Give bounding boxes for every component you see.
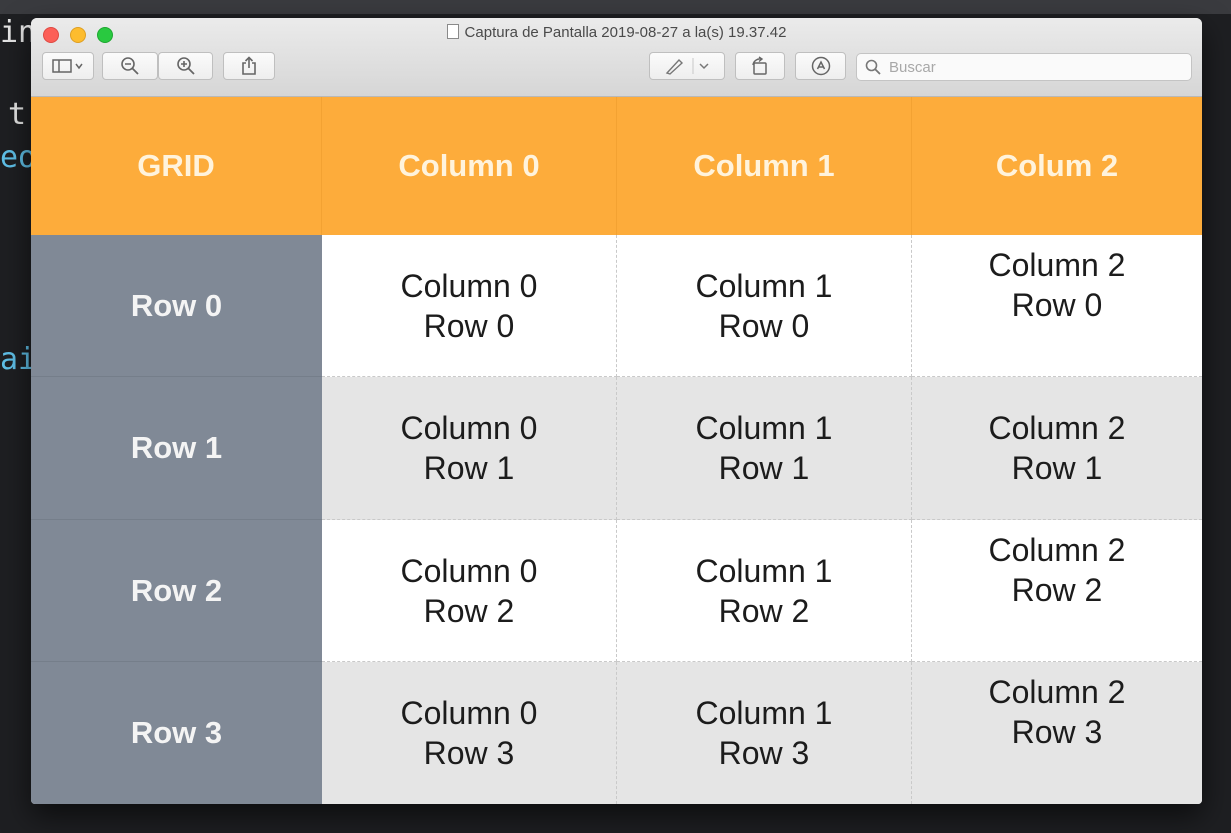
- sidebar-toggle-button[interactable]: [42, 52, 94, 80]
- grid-corner-header: GRID: [31, 97, 322, 235]
- cell-line: Row 1: [423, 450, 515, 486]
- grid-cell: Column 2 Row 2: [912, 520, 1202, 662]
- search-input[interactable]: [887, 57, 1181, 77]
- document-icon: [446, 24, 459, 39]
- cell-line: Column 1: [695, 552, 833, 589]
- annotate-button[interactable]: [795, 52, 846, 80]
- grid-cell: Column 1 Row 2: [617, 520, 912, 662]
- preview-window: Captura de Pantalla 2019-08-27 a la(s) 1…: [31, 18, 1202, 804]
- zoom-in-icon: [176, 57, 195, 75]
- cell-line: Row 2: [1011, 572, 1103, 608]
- zoom-in-button[interactable]: [158, 52, 213, 80]
- cell-line: Column 1: [695, 410, 833, 446]
- zoom-out-button[interactable]: [102, 52, 158, 80]
- cell-line: Column 2: [988, 410, 1126, 446]
- pen-icon: [665, 58, 709, 75]
- search-icon: [865, 59, 881, 75]
- grid-cell: Column 2 Row 1: [912, 377, 1202, 520]
- window-titlebar: Captura de Pantalla 2019-08-27 a la(s) 1…: [31, 18, 1202, 97]
- cell-line: Column 2: [988, 674, 1126, 710]
- cell-line: Column 2: [988, 532, 1126, 568]
- grid-cell: Column 2 Row 0: [912, 235, 1202, 377]
- cell-line: Column 1: [695, 695, 833, 731]
- rotate-icon: [752, 56, 767, 75]
- markup-button[interactable]: [649, 52, 725, 80]
- cell-line: Column 0: [400, 410, 538, 446]
- cell-line: Column 0: [400, 695, 538, 731]
- share-icon: [242, 56, 256, 75]
- cell-line: Row 0: [718, 307, 810, 344]
- grid-cell: Column 2 Row 3: [912, 662, 1202, 804]
- window-title-wrap: Captura de Pantalla 2019-08-27 a la(s) 1…: [31, 24, 1202, 41]
- cell-line: Row 2: [718, 592, 810, 629]
- sidebar-icon: [52, 59, 83, 73]
- grid-cell: Column 0 Row 1: [322, 377, 617, 520]
- grid-cell: Column 1 Row 0: [617, 235, 912, 377]
- share-button[interactable]: [223, 52, 275, 80]
- column-header: Column 1: [617, 97, 912, 235]
- rotate-button[interactable]: [735, 52, 785, 80]
- grid-cell: Column 0 Row 2: [322, 520, 617, 662]
- grid-cell: Column 0 Row 0: [322, 235, 617, 377]
- cell-line: Column 0: [400, 552, 538, 589]
- grid-table: GRID Column 0 Column 1 Colum 2 Row 0 Col…: [31, 97, 1202, 804]
- cell-line: Row 1: [1011, 450, 1103, 486]
- cell-line: Row 1: [718, 450, 810, 486]
- grid-cell: Column 0 Row 3: [322, 662, 617, 804]
- row-header: Row 1: [31, 377, 322, 520]
- grid-cell: Column 1 Row 1: [617, 377, 912, 520]
- cell-line: Row 3: [1011, 714, 1103, 750]
- row-header: Row 0: [31, 235, 322, 377]
- row-header: Row 3: [31, 662, 322, 804]
- search-field[interactable]: [856, 53, 1192, 81]
- zoom-out-icon: [121, 57, 139, 75]
- annotate-icon: [811, 56, 830, 76]
- cell-line: Row 0: [1011, 287, 1103, 323]
- cell-line: Column 1: [695, 267, 833, 304]
- editor-top-bar: [0, 0, 1231, 14]
- row-header: Row 2: [31, 520, 322, 662]
- column-header: Column 0: [322, 97, 617, 235]
- window-title: Captura de Pantalla 2019-08-27 a la(s) 1…: [464, 24, 787, 41]
- cell-line: Row 3: [718, 735, 810, 771]
- cell-line: Row 0: [423, 307, 515, 344]
- cell-line: Column 0: [400, 267, 538, 304]
- grid-cell: Column 1 Row 3: [617, 662, 912, 804]
- column-header: Colum 2: [912, 97, 1202, 235]
- cell-line: Column 2: [988, 247, 1126, 283]
- cell-line: Row 3: [423, 735, 515, 771]
- cell-line: Row 2: [423, 592, 515, 629]
- code-fragment: t: [8, 97, 27, 132]
